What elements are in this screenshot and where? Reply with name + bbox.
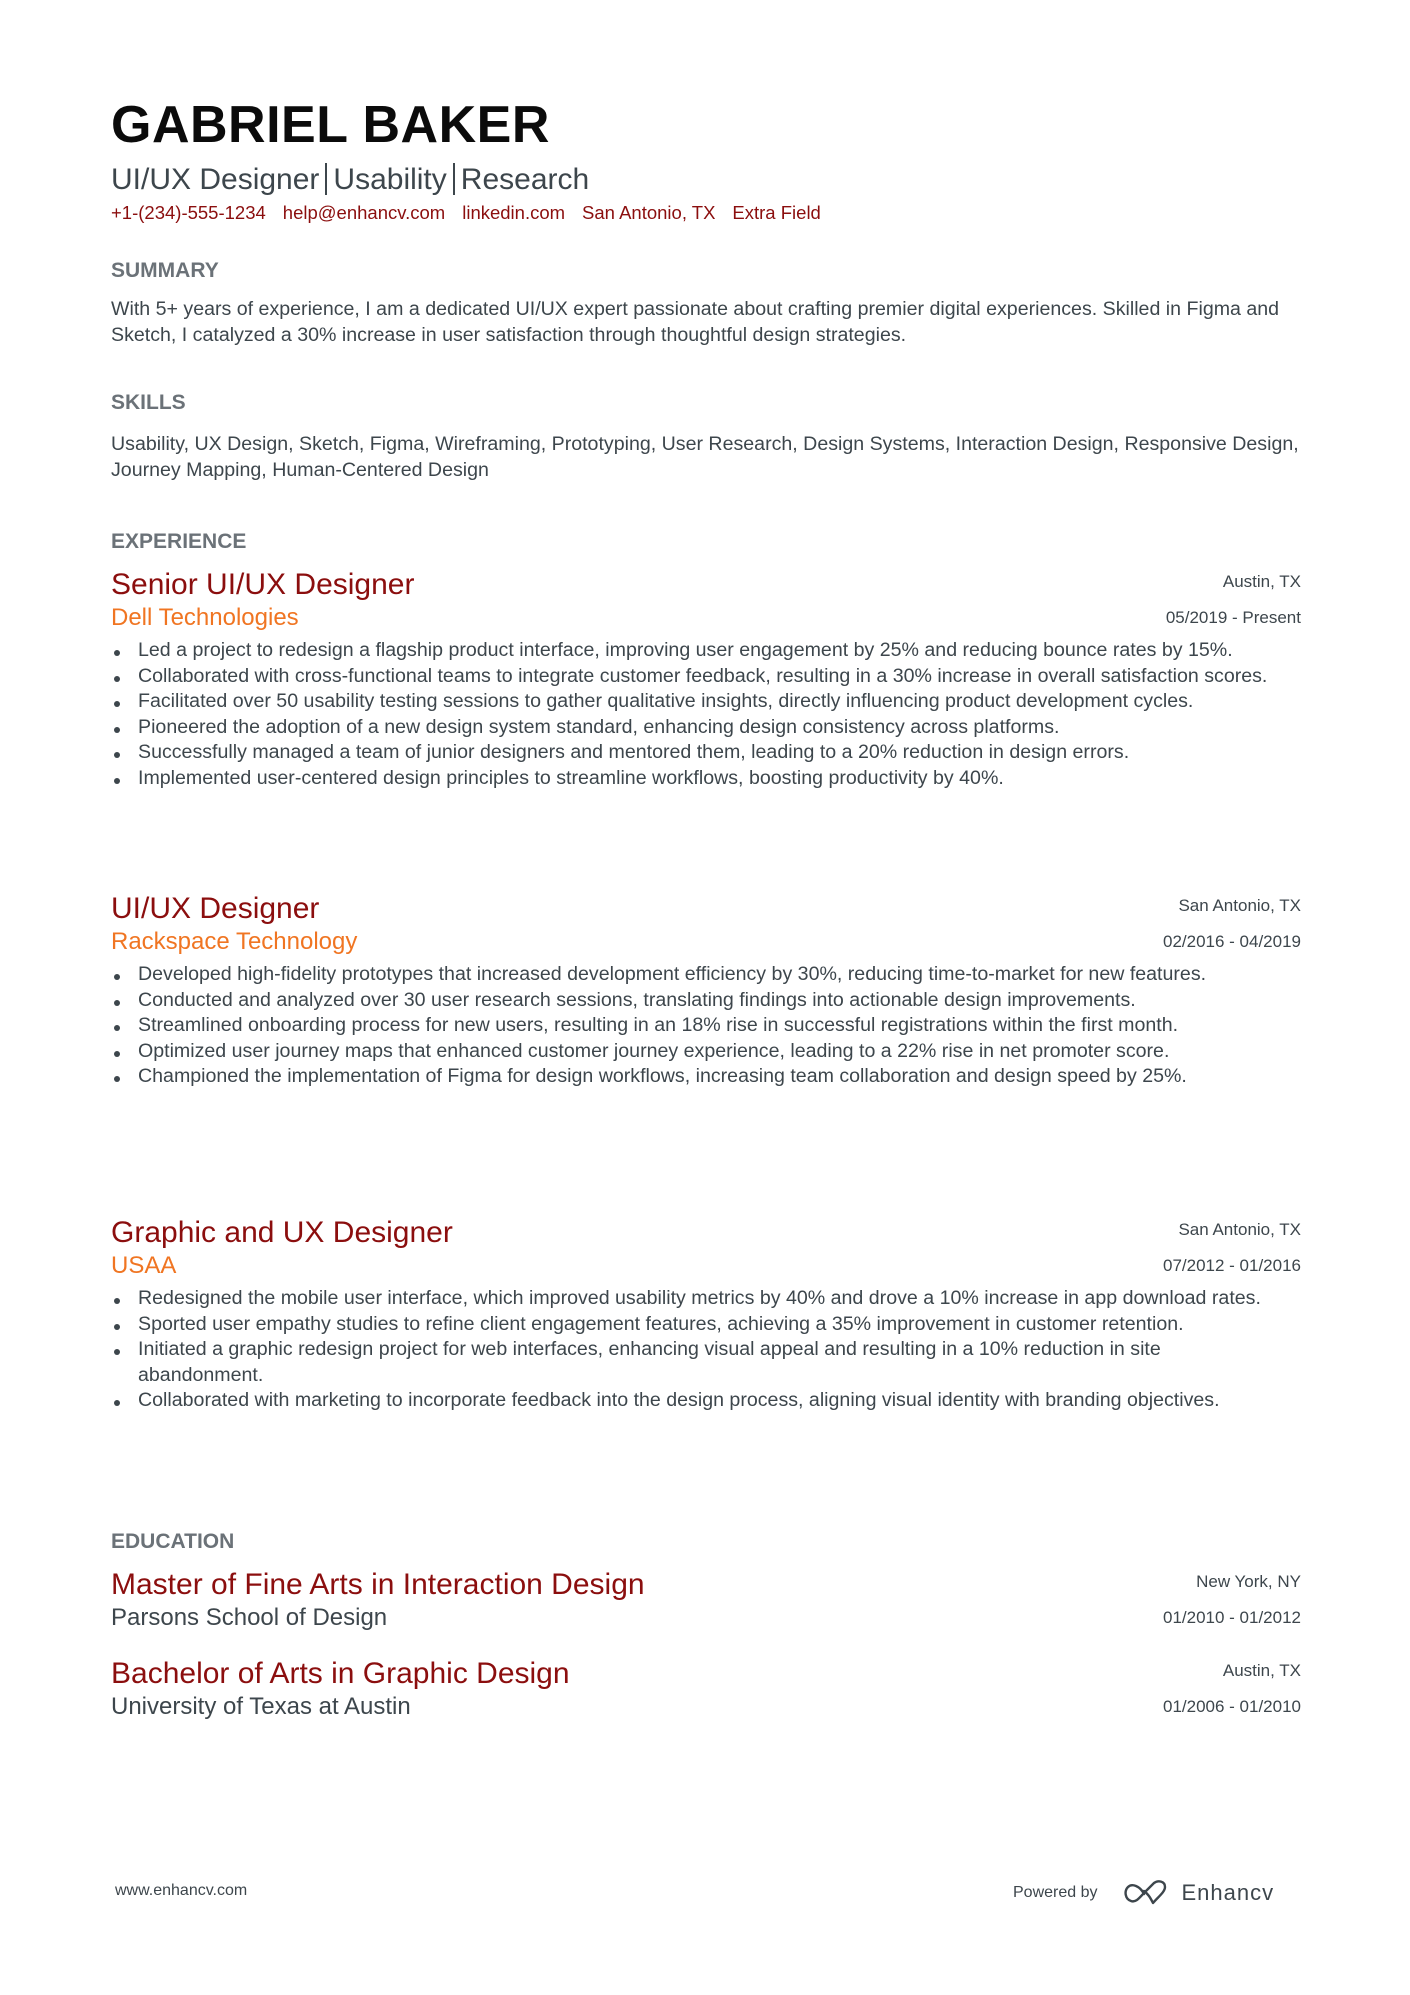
company-name: Dell Technologies: [111, 604, 299, 631]
headline-focus-2: Research: [460, 163, 590, 196]
headline-separator: [325, 163, 328, 195]
summary-text: With 5+ years of experience, I am a dedi…: [111, 298, 1280, 346]
achievement-item: Implemented user-centered design princip…: [111, 766, 1301, 792]
achievement-item: Facilitated over 50 usability testing se…: [111, 689, 1301, 715]
degree-title: Master of Fine Arts in Interaction Desig…: [111, 1568, 645, 1601]
job-dates: 02/2016 - 04/2019: [1162, 932, 1301, 951]
footer-website-link[interactable]: www.enhancv.com: [115, 1882, 247, 1900]
experience-entry: Graphic and UX Designer USAA San Antonio…: [111, 1216, 1301, 1414]
contact-info: +1-(234)-555-1234 help@enhancv.com linkedi…: [111, 201, 838, 225]
headline-separator: [452, 163, 455, 195]
skills-text: Usability, UX Design, Sketch, Figma, Wir…: [111, 433, 1299, 481]
powered-by-label: Powered by: [1013, 1884, 1098, 1901]
contact-phone[interactable]: +1-(234)-555-1234: [111, 202, 266, 223]
enhancv-logo-icon: [1123, 1880, 1166, 1905]
education-location: New York, NY: [1196, 1572, 1301, 1591]
summary-section-title: SUMMARY: [111, 259, 219, 282]
enhancv-brand-name: Enhancv: [1181, 1880, 1275, 1905]
education-entry: Master of Fine Arts in Interaction Desig…: [111, 1568, 1301, 1634]
headline-role: UI/UX Designer: [111, 163, 320, 196]
education-dates: 01/2010 - 01/2012: [1162, 1608, 1301, 1627]
school-name: Parsons School of Design: [111, 1604, 388, 1631]
contact-extra-field: Extra Field: [732, 202, 821, 223]
education-section-title: EDUCATION: [111, 1530, 235, 1553]
job-achievements: Redesigned the mobile user interface, wh…: [111, 1286, 1301, 1414]
job-title: Graphic and UX Designer: [111, 1216, 453, 1249]
achievement-item: Led a project to redesign a flagship pro…: [111, 638, 1301, 664]
job-location: Austin, TX: [1222, 572, 1301, 591]
job-dates: 07/2012 - 01/2016: [1162, 1256, 1301, 1275]
experience-entry: Senior UI/UX Designer Dell Technologies …: [111, 568, 1301, 792]
achievement-item: Redesigned the mobile user interface, wh…: [111, 1286, 1301, 1312]
job-achievements: Developed high-fidelity prototypes that …: [111, 962, 1301, 1090]
education-dates: 01/2006 - 01/2010: [1162, 1697, 1301, 1716]
skills-section-title: SKILLS: [111, 391, 186, 414]
contact-email[interactable]: help@enhancv.com: [283, 202, 445, 223]
school-name: University of Texas at Austin: [111, 1693, 411, 1720]
achievement-item: Developed high-fidelity prototypes that …: [111, 962, 1301, 988]
footer-branding[interactable]: Powered by Enhancv: [1013, 1878, 1274, 1908]
achievement-item: Collaborated with cross-functional teams…: [111, 664, 1301, 690]
job-location: San Antonio, TX: [1178, 896, 1301, 915]
job-location: San Antonio, TX: [1178, 1220, 1301, 1239]
company-name: USAA: [111, 1252, 177, 1279]
achievement-item: Streamlined onboarding process for new u…: [111, 1013, 1301, 1039]
achievement-item: Conducted and analyzed over 30 user rese…: [111, 988, 1301, 1014]
candidate-name: GABRIEL BAKER: [111, 96, 550, 154]
achievement-item: Championed the implementation of Figma f…: [111, 1064, 1301, 1090]
education-entry: Bachelor of Arts in Graphic Design Unive…: [111, 1657, 1301, 1723]
job-achievements: Led a project to redesign a flagship pro…: [111, 638, 1301, 792]
education-location: Austin, TX: [1222, 1661, 1301, 1680]
contact-location: San Antonio, TX: [582, 202, 716, 223]
job-title: UI/UX Designer: [111, 892, 320, 925]
achievement-item: Initiated a graphic redesign project for…: [111, 1337, 1301, 1388]
achievement-item: Optimized user journey maps that enhance…: [111, 1039, 1301, 1065]
experience-entry: UI/UX Designer Rackspace Technology San …: [111, 892, 1301, 1090]
headline-focus-1: Usability: [333, 163, 447, 196]
achievement-item: Successfully managed a team of junior de…: [111, 740, 1301, 766]
experience-section-title: EXPERIENCE: [111, 530, 247, 553]
achievement-item: Collaborated with marketing to incorpora…: [111, 1388, 1301, 1414]
contact-linkedin[interactable]: linkedin.com: [462, 202, 565, 223]
job-dates: 05/2019 - Present: [1165, 608, 1301, 627]
company-name: Rackspace Technology: [111, 928, 358, 955]
achievement-item: Pioneered the adoption of a new design s…: [111, 715, 1301, 741]
job-title: Senior UI/UX Designer: [111, 568, 415, 601]
achievement-item: Sported user empathy studies to refine c…: [111, 1312, 1301, 1338]
degree-title: Bachelor of Arts in Graphic Design: [111, 1657, 570, 1690]
headline: UI/UX Designer Usability Research: [111, 160, 589, 200]
